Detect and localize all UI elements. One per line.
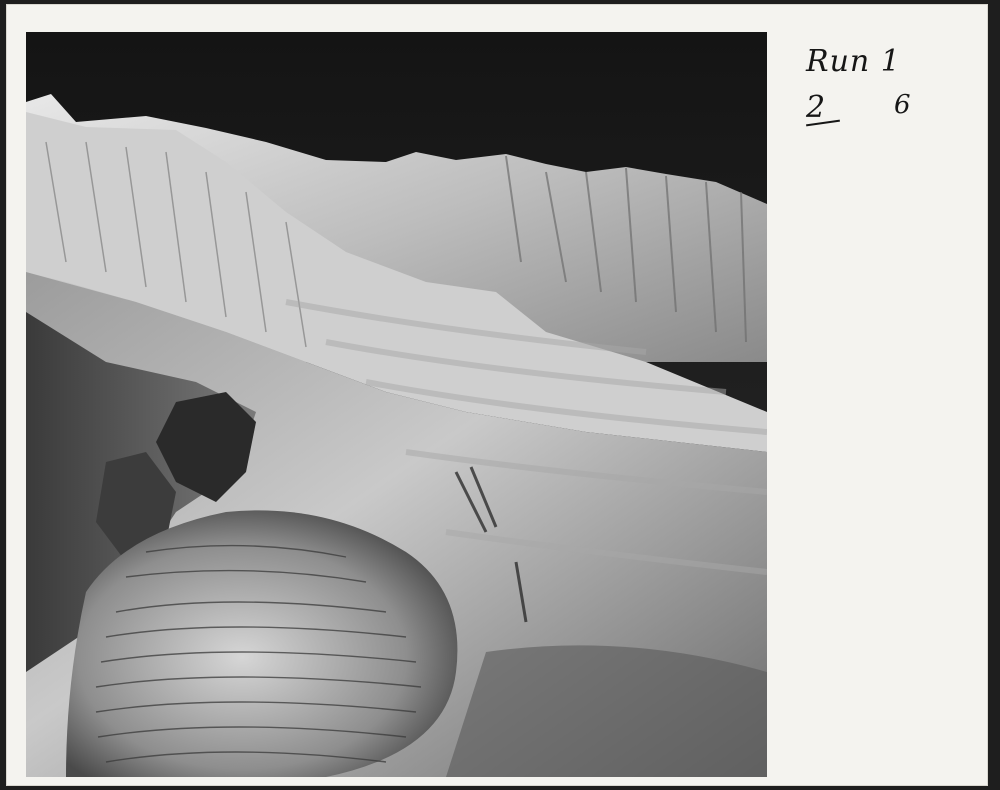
lower-right-slope xyxy=(446,645,767,777)
run-label: Run 1 xyxy=(806,44,901,79)
aerial-photograph xyxy=(26,32,767,777)
frame-number-right: 6 xyxy=(894,90,912,120)
scanned-photo-print: Run 1 2 6 xyxy=(0,0,1000,790)
frame-number-left: 2 xyxy=(806,90,827,125)
